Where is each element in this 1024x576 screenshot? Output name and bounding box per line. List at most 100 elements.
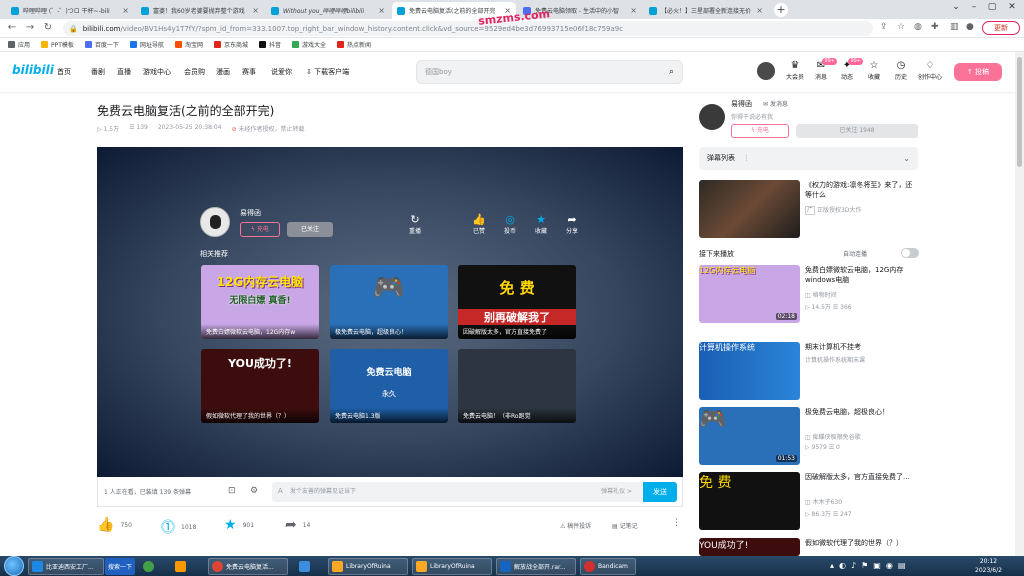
close-icon[interactable]: × [249,6,259,15]
taskbar-360[interactable] [140,558,162,575]
tab-bilibili-home[interactable]: 哔哩哔哩 (゜-゜)つロ 干杯~-bili × [6,2,134,19]
header-dynamics[interactable]: ✦ 动态 99+ [834,58,863,81]
taskbar-ie[interactable]: 比亚迪西安工厂... [28,558,104,575]
bookmark-nav[interactable]: 网址导航 [129,40,164,49]
taskbar-folder-2[interactable]: LibraryOfRuina [412,558,492,575]
report-button[interactable]: ⚠ 稿件投诉 [560,521,591,530]
scrollbar-thumb[interactable] [1017,57,1022,167]
nav-mall[interactable]: 会员购 [184,67,205,77]
taskbar-folder-1[interactable]: LibraryOfRuina [328,558,408,575]
rec-video-2[interactable]: 🎮 极免费云电脑，超级良心！ [330,265,448,339]
header-messages[interactable]: ✉ 消息 99+ [808,58,837,81]
system-tray[interactable]: ▴◐♪⚑▣◉▤ [830,561,910,570]
header-history[interactable]: ◷ 历史 [888,60,914,81]
rec-video-5[interactable]: 免费云电脑 永久 免费云电脑1.3版 [330,349,448,423]
nav-love[interactable]: 说爱你 [271,67,292,77]
reload-icon[interactable]: ↻ [42,22,54,34]
rec-video-6[interactable]: 免费云电脑！（非Ro跑觉 [458,349,576,423]
tab-video-6[interactable]: 【必火！】三星部署全新连接无价 × [644,2,768,19]
send-message-link[interactable]: ✉ 发消息 [763,99,788,108]
rec-video-3[interactable]: 免 费 别再破解我了 因破解版太多，官方直接免费了 [458,265,576,339]
user-avatar[interactable] [757,62,775,80]
nav-live[interactable]: 直播 [117,67,131,77]
upload-button[interactable]: ↑ 投稿 [954,63,1002,81]
danmu-etiquette-link[interactable]: 弹幕礼仪 > [601,482,632,502]
rec-video-4[interactable]: YOU成功了! 假如微软代理了我的世界（？） [201,349,319,423]
more-icon[interactable]: ⋮ [672,518,681,528]
forward-arrow-icon[interactable]: → [24,22,36,34]
bookmark-douyin[interactable]: 抖音 [258,40,281,49]
maximize-icon[interactable]: ▢ [984,2,1000,16]
like-button[interactable]: 👍 750 [97,517,132,533]
bookmark-star-icon[interactable]: ☆ [897,22,905,32]
new-tab-button[interactable]: + [774,3,788,17]
player-fav-button[interactable]: ★ 收藏 [528,213,554,235]
back-arrow-icon[interactable]: ← [6,22,18,34]
player-share-button[interactable]: ➦ 分享 [559,213,585,235]
close-window-icon[interactable]: ✕ [1004,2,1020,16]
close-icon[interactable]: × [627,6,637,15]
fav-button[interactable]: ★ 901 [224,517,254,533]
bookmark-news[interactable]: 热点新闻 [337,40,371,49]
danmu-list-panel[interactable]: 弹幕列表 ⋮ ⌄ [699,147,918,170]
more-icon[interactable]: ⋮ [743,154,750,162]
player-charge-button[interactable]: ϟ 充电 [240,222,280,237]
header-vip[interactable]: ♛ 大会员 [782,60,808,81]
header-favorites[interactable]: ☆ 收藏 [861,60,887,81]
search-input[interactable]: 德国boy ⌕ [416,60,683,84]
player-followed-button[interactable]: 已关注 [287,222,333,237]
taskbar-search[interactable]: 搜索一下 [105,558,135,575]
close-icon[interactable]: × [375,6,385,15]
taskbar-bandicam[interactable]: Bandicam [580,558,636,575]
close-icon[interactable]: × [753,6,763,15]
nav-home[interactable]: 首页 [57,67,71,77]
coin-button[interactable]: ⓵ 1018 [161,517,196,537]
follow-button[interactable]: 已关注 1948 [796,124,918,138]
bookmark-games[interactable]: 游戏大全 [292,40,326,49]
page-scrollbar[interactable] [1015,52,1024,556]
replay-button[interactable]: ↻ 重播 [402,213,428,235]
extension-icon[interactable]: ◍ [914,22,922,32]
up-avatar[interactable] [699,104,725,130]
up-name[interactable]: 易得函 [731,99,752,109]
danmu-toggle-icon[interactable]: ⊡ [228,486,236,496]
nav-anime[interactable]: 番剧 [91,67,105,77]
bookmark-apps[interactable]: 应用 [8,40,30,49]
bookmark-taobao[interactable]: 淘宝网 [174,40,203,49]
taskbar-app[interactable] [172,558,196,575]
player-coin-button[interactable]: ◎ 投币 [497,213,523,235]
profile-icon[interactable]: ● [966,22,974,32]
danmu-input[interactable]: 发个友善的弹幕见证当下 弹幕礼仪 > [272,482,642,502]
taskbar-cloud[interactable] [296,558,318,575]
search-icon[interactable]: ⌕ [669,61,674,83]
player-up-name[interactable]: 易得函 [240,208,261,218]
bookmark-baidu[interactable]: 百度一下 [84,40,119,49]
bookmark-jd[interactable]: 京东商城 [213,40,248,49]
danmu-settings-icon[interactable]: ⚙ [250,486,258,496]
tab-search-icon[interactable]: ⌄ [948,2,964,16]
list-item[interactable]: YOU成功了! 假如微软代理了我的世界（？） [699,538,918,556]
tab-video-2[interactable]: 富婆！我60岁老婆要抛弃整个游戏 × [136,2,264,19]
nav-esports[interactable]: 赛事 [242,67,256,77]
browser-update-button[interactable]: 更新 [982,21,1020,35]
tab-video-3[interactable]: Without you_哔哩哔哩bilibili × [266,2,390,19]
nav-download-client[interactable]: ⇩ 下载客户端 [306,67,349,77]
header-creator-center[interactable]: ♢ 创作中心 [915,60,945,81]
bilibili-logo[interactable]: bilibili [12,63,54,77]
sidebar-icon[interactable]: ▥ [950,22,959,32]
font-style-icon[interactable]: A [278,487,283,495]
start-button[interactable] [4,556,24,576]
player-up-avatar[interactable] [200,207,230,237]
share-icon[interactable]: ⇪ [880,22,888,32]
nav-manga[interactable]: 漫画 [216,67,230,77]
player-like-button[interactable]: 👍 已赞 [466,213,492,235]
minimize-icon[interactable]: – [966,2,982,16]
notes-button[interactable]: ▤ 记笔记 [612,521,638,530]
nav-game-center[interactable]: 游戏中心 [143,67,171,77]
charge-button[interactable]: ϟ 充电 [731,124,789,138]
share-button[interactable]: ➦ 14 [285,517,310,533]
taskbar-chrome[interactable]: 免费云电脑复活... [208,558,288,575]
bookmark-ppt[interactable]: PPT模板 [41,40,74,49]
rec-video-1[interactable]: 12G内存云电脑 无限白嫖 真香! 免费白嫖微软云电脑，12G内存w [201,265,319,339]
send-danmu-button[interactable]: 发送 [643,482,677,502]
